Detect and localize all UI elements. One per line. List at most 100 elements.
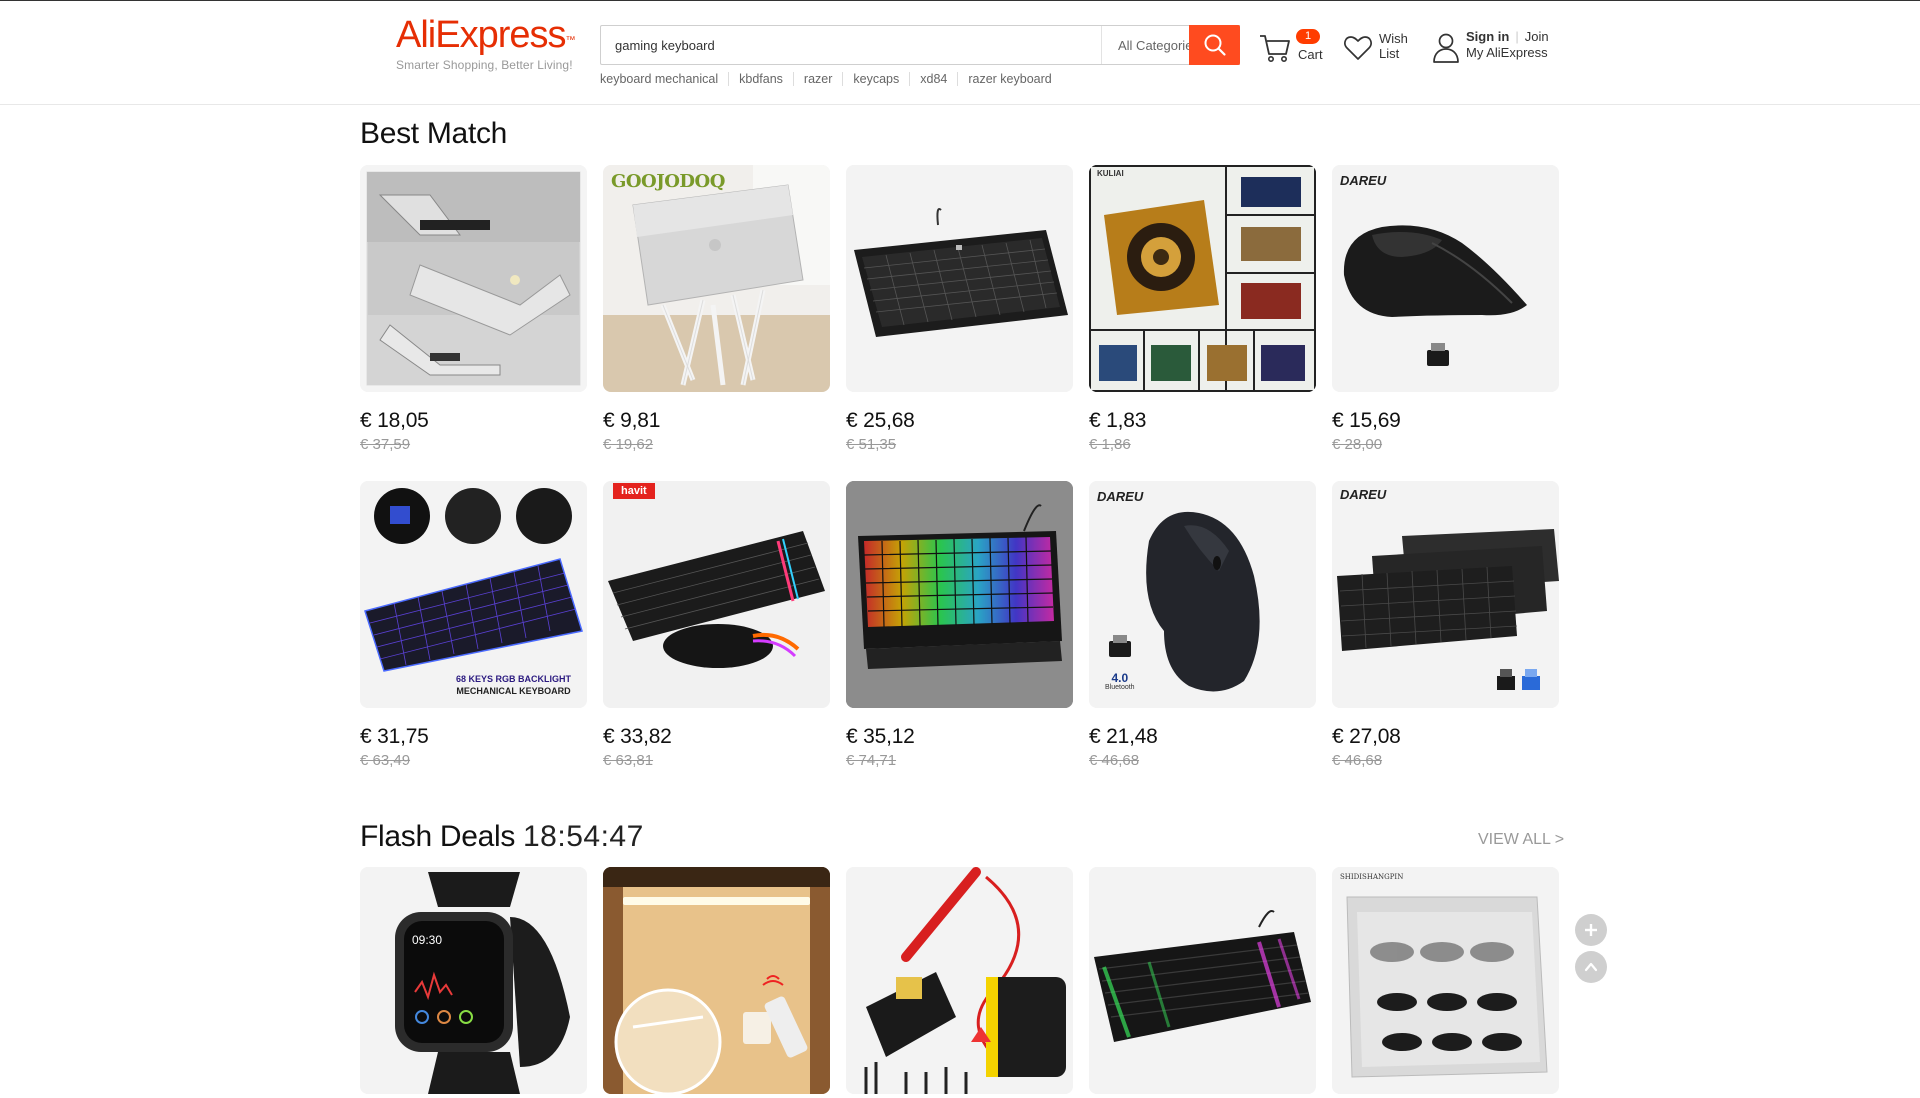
suggestion-link[interactable]: keycaps [842, 72, 909, 86]
suggestion-link[interactable]: xd84 [909, 72, 957, 86]
heart-icon [1344, 36, 1372, 60]
logo-text: AliExpress™ [396, 14, 576, 56]
category-select-label: All Categories [1118, 37, 1199, 53]
best-match-title: Best Match [360, 117, 508, 150]
product-image[interactable] [846, 867, 1073, 1094]
product-image[interactable] [846, 165, 1073, 392]
search-suggestions: keyboard mechanical kbdfans razer keycap… [600, 72, 1062, 86]
product-image[interactable]: 68 KEYS RGB BACKLIGHT MECHANICAL KEYBOAR… [360, 481, 587, 708]
product-image[interactable]: KULIAI [1089, 165, 1316, 392]
sign-in-link[interactable]: Sign in [1466, 29, 1509, 44]
wishlist-label: Wish List [1379, 31, 1408, 61]
suggestion-link[interactable]: kbdfans [728, 72, 793, 86]
search-bar: All Categories [600, 25, 1240, 65]
flash-deal-card[interactable]: SHIDISHANGPIN [1332, 867, 1559, 1094]
wishlist-button[interactable]: Wish List [1343, 27, 1415, 67]
product-price: € 15,69 [1332, 409, 1401, 432]
cart-button[interactable]: 1 Cart [1258, 27, 1328, 67]
product-image[interactable] [1089, 867, 1316, 1094]
led-light-bar-image [603, 867, 830, 1094]
product-card[interactable]: € 35,12 € 74,71 [846, 481, 1073, 770]
product-image[interactable] [603, 867, 830, 1094]
laptop-stand-image [360, 165, 587, 392]
keyboard-set-image [1332, 481, 1559, 708]
product-original-price: € 37,59 [360, 436, 411, 453]
chevron-up-icon [1584, 962, 1598, 972]
cart-label: Cart [1298, 47, 1323, 62]
flash-deal-card[interactable] [603, 867, 830, 1094]
logo-tagline: Smarter Shopping, Better Living! [396, 58, 573, 72]
flash-deals-grid: 09:30 SHIDISHANGPIN [360, 867, 1559, 1094]
aliexpress-logo[interactable]: AliExpress™ Smarter Shopping, Better Liv… [396, 15, 576, 75]
search-input[interactable] [601, 26, 1101, 64]
keyboard-mouse-combo-image [603, 481, 830, 708]
product-price: € 21,48 [1089, 725, 1158, 748]
suggestion-link[interactable]: razer [792, 72, 842, 86]
product-image[interactable] [360, 165, 587, 392]
product-card[interactable]: DAREU € 15,69 € 28,00 [1332, 165, 1559, 454]
product-original-price: € 46,68 [1089, 752, 1140, 769]
product-original-price: € 28,00 [1332, 436, 1383, 453]
product-original-price: € 46,68 [1332, 752, 1383, 769]
product-price: € 27,08 [1332, 725, 1401, 748]
product-card[interactable]: KULIAI € 1,83 € 1,86 [1089, 165, 1316, 454]
product-image[interactable]: DAREU 4.0 Bluetooth [1089, 481, 1316, 708]
product-image[interactable]: DAREU [1332, 165, 1559, 392]
product-price: € 1,83 [1089, 409, 1147, 432]
product-price: € 25,68 [846, 409, 915, 432]
product-image[interactable] [846, 481, 1073, 708]
product-price: € 33,82 [603, 725, 672, 748]
mechanical-keyboard-image [846, 165, 1073, 392]
watch-time: 09:30 [412, 933, 443, 947]
smart-watch-image [360, 867, 587, 1094]
back-to-top-button[interactable] [1575, 951, 1607, 983]
flash-deal-card[interactable] [1089, 867, 1316, 1094]
suggestion-link[interactable]: razer keyboard [957, 72, 1061, 86]
product-original-price: € 74,71 [846, 752, 897, 769]
product-price: € 9,81 [603, 409, 661, 432]
product-image[interactable]: GOOJODOQ [603, 165, 830, 392]
flash-deals-countdown: 18:54:47 [523, 820, 644, 853]
rgb-keyboard-image [846, 481, 1073, 708]
product-image[interactable]: DAREU [1332, 481, 1559, 708]
brand-logo: DAREU [1340, 173, 1387, 188]
rgb-keyboard-flash-image [1089, 867, 1316, 1094]
product-card[interactable]: havit € 33,82 € 63,81 [603, 481, 830, 770]
flash-deals-title: Flash Deals [360, 820, 516, 853]
my-account-link[interactable]: My AliExpress [1466, 45, 1549, 61]
account-menu[interactable]: Sign in | Join My AliExpress [1428, 27, 1558, 67]
plus-button[interactable] [1575, 914, 1607, 946]
brand-logo: DAREU [1340, 487, 1387, 502]
flash-deal-card[interactable] [846, 867, 1073, 1094]
product-card[interactable]: € 25,68 € 51,35 [846, 165, 1073, 454]
cart-count-badge: 1 [1296, 29, 1320, 44]
search-icon [1204, 34, 1226, 56]
join-link[interactable]: Join [1525, 29, 1549, 44]
bluetooth-badge: 4.0 Bluetooth [1105, 671, 1135, 691]
product-card[interactable]: DAREU € 27,08 € 46,68 [1332, 481, 1559, 770]
product-original-price: € 63,49 [360, 752, 411, 769]
product-card[interactable]: GOOJODOQ € 9,81 € 19,62 [603, 165, 830, 454]
product-original-price: € 63,81 [603, 752, 654, 769]
product-card[interactable]: 68 KEYS RGB BACKLIGHT MECHANICAL KEYBOAR… [360, 481, 587, 770]
product-price: € 35,12 [846, 725, 915, 748]
product-card[interactable]: € 18,05 € 37,59 [360, 165, 587, 454]
soldering-kit-image [846, 867, 1073, 1094]
suggestion-link[interactable]: keyboard mechanical [600, 72, 728, 86]
brand-logo: havit [613, 483, 655, 499]
flash-deal-card[interactable]: 09:30 [360, 867, 587, 1094]
product-original-price: € 1,86 [1089, 436, 1131, 453]
product-card[interactable]: DAREU 4.0 Bluetooth € 21,48 € 46,68 [1089, 481, 1316, 770]
product-image[interactable]: havit [603, 481, 830, 708]
user-icon [1433, 33, 1459, 63]
product-image[interactable]: 09:30 [360, 867, 587, 1094]
product-price: € 18,05 [360, 409, 429, 432]
account-text: Sign in | Join My AliExpress [1466, 29, 1549, 61]
brand-logo: GOOJODOQ [611, 171, 725, 192]
plus-icon [1585, 924, 1597, 936]
product-image[interactable]: SHIDISHANGPIN [1332, 867, 1559, 1094]
search-button[interactable] [1189, 25, 1240, 65]
brand-logo: SHIDISHANGPIN [1340, 873, 1404, 881]
brand-logo: KULIAI [1097, 169, 1124, 178]
view-all-link[interactable]: VIEW ALL > [1478, 831, 1564, 849]
